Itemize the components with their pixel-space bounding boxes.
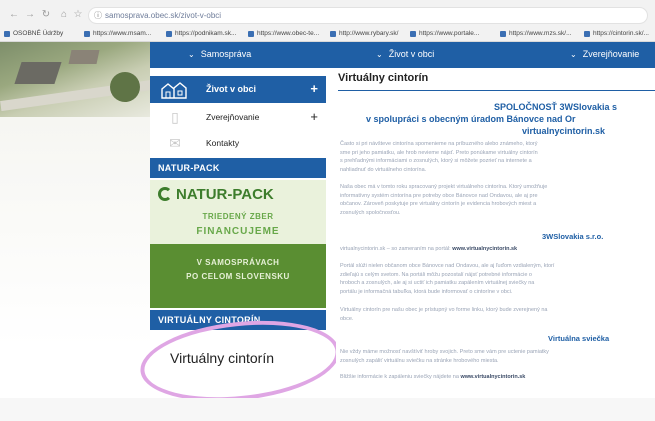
photo-roof (14, 62, 62, 84)
paragraph-project: Naša obec má v tomto roku spracovaný pro… (340, 184, 548, 216)
section-header-natur-pack: NATUR-PACK (150, 158, 326, 178)
banner-line: TRIEDENÝ ZBER (202, 212, 274, 221)
bookmark-favicon-icon (584, 31, 590, 37)
title-divider (338, 90, 655, 91)
forward-icon[interactable]: → (24, 9, 36, 21)
natur-pack-logo: NATUR-PACK (158, 186, 318, 206)
header-photo (0, 42, 150, 117)
left-background (0, 117, 150, 347)
bookmark-item[interactable]: https://www.mzs.sk/... (500, 29, 571, 39)
banner-line: PO CELOM SLOVENSKU (186, 272, 290, 281)
bookmark-favicon-icon (4, 31, 10, 37)
bookmark-favicon-icon (166, 31, 172, 37)
chevron-down-icon: ⌄ (188, 50, 195, 59)
banner-green-panel: V SAMOSPRÁVACH PO CELOM SLOVENSKU (150, 244, 326, 308)
topnav-item-zverejnovanie[interactable]: ⌄ Zverejňovanie (570, 49, 639, 59)
portal-line: virtualnycintorin.sk – so zameraním na p… (340, 246, 518, 252)
sidebar-item-zverejnovanie[interactable]: ▯ Zverejňovanie + (150, 104, 326, 130)
bookmark-item[interactable]: OSOBNÉ Údržby (4, 29, 63, 39)
more-info-link[interactable]: www.virtualnycintorin.sk (460, 374, 525, 380)
company-heading: 3WSlovakia s.r.o. (542, 232, 604, 241)
chevron-down-icon: ⌄ (376, 50, 383, 59)
more-info-line: Bližšie informácie k zapáleniu sviečky n… (340, 374, 526, 380)
headline-line: v spolupráci s obecným úradom Bánovce na… (366, 114, 576, 124)
envelope-icon: ✉ (169, 135, 181, 151)
bottom-margin (0, 398, 655, 421)
screenshot: ← → ↻ ⌂ ☆ ⓘ samosprava.obec.sk/zivot-v-o… (0, 0, 655, 421)
page-title: Virtuálny cintorín (338, 72, 429, 84)
address-row: ← → ↻ ⌂ ☆ ⓘ samosprava.obec.sk/zivot-v-o… (0, 4, 655, 26)
bookmark-star-icon[interactable]: ☆ (72, 9, 84, 21)
chevron-down-icon: ⌄ (570, 50, 577, 59)
expand-plus-icon[interactable]: + (310, 81, 318, 96)
topnav-item-samosprava[interactable]: ⌄ Samospráva (188, 49, 251, 59)
expand-plus-icon[interactable]: + (310, 109, 318, 124)
banner-line: FINANCUJEME (196, 226, 280, 237)
bookmark-item[interactable]: https://www.msam... (84, 29, 151, 39)
reload-icon[interactable]: ↻ (40, 9, 52, 21)
bookmark-item[interactable]: https://www.portale... (410, 29, 479, 39)
topnav-item-zivot-v-obci[interactable]: ⌄ Život v obci (376, 49, 434, 59)
candle-heading: Virtuálna sviečka (548, 334, 610, 343)
portal-link[interactable]: www.virtualnycintorin.sk (452, 246, 517, 252)
bookmark-item[interactable]: https://podnikam.sk... (166, 29, 236, 39)
paragraph-portal: Portál slúži nielen občanom obce Bánovce… (340, 263, 555, 295)
home-icon[interactable]: ⌂ (58, 9, 70, 21)
photo-roof (68, 50, 100, 64)
browser-chrome: ← → ↻ ⌂ ☆ ⓘ samosprava.obec.sk/zivot-v-o… (0, 0, 655, 42)
bookmark-favicon-icon (330, 31, 336, 37)
address-bar[interactable]: ⓘ samosprava.obec.sk/zivot-v-obci (88, 7, 648, 24)
document-icon: ▯ (171, 109, 179, 125)
bookmark-favicon-icon (84, 31, 90, 37)
bookmark-item[interactable]: https://cintorin.sk/... (584, 29, 649, 39)
paragraph-candle: Nie vždy máme možnosť navštíviť hroby sv… (340, 349, 549, 364)
sidebar-item-zivot-v-obci[interactable]: Život v obci + (150, 76, 326, 103)
bookmark-item[interactable]: http://www.rybary.sk/ (330, 29, 398, 39)
bookmark-favicon-icon (410, 31, 416, 37)
recycle-icon (158, 187, 172, 201)
photo-tree (110, 72, 140, 102)
sidebar: Život v obci + ▯ Zverejňovanie + ✉ Konta… (150, 68, 326, 330)
banner-line: V SAMOSPRÁVACH (196, 258, 280, 267)
back-icon[interactable]: ← (8, 9, 20, 21)
natur-pack-banner[interactable]: NATUR-PACK TRIEDENÝ ZBER FINANCUJEME V S… (150, 180, 326, 308)
top-navigation: ⌄ Samospráva ⌄ Život v obci ⌄ Zverejňovanie (150, 42, 655, 68)
headline-line: SPOLOČNOSŤ 3WSlovakia s (494, 102, 618, 112)
paragraph-access: Virtuálny cintorín pre našu obec je prís… (340, 307, 548, 322)
bookmarks-bar: OSOBNÉ Údržby https://www.msam... https:… (0, 27, 655, 41)
paragraph-intro: Často si pri návšteve cintorína spomenie… (340, 141, 538, 173)
houses-icon (161, 82, 187, 99)
site-info-icon[interactable]: ⓘ (94, 8, 102, 23)
bookmark-favicon-icon (248, 31, 254, 37)
main-content: Virtuálny cintorín SPOLOČNOSŤ 3WSlovakia… (336, 68, 655, 398)
bookmark-item[interactable]: https://www.obec-te... (248, 29, 319, 39)
headline-line: virtualnycintorin.sk (522, 126, 606, 136)
bookmark-favicon-icon (500, 31, 506, 37)
url-text: samosprava.obec.sk/zivot-v-obci (105, 11, 222, 20)
sidebar-item-kontakty[interactable]: ✉ Kontakty (150, 130, 326, 156)
